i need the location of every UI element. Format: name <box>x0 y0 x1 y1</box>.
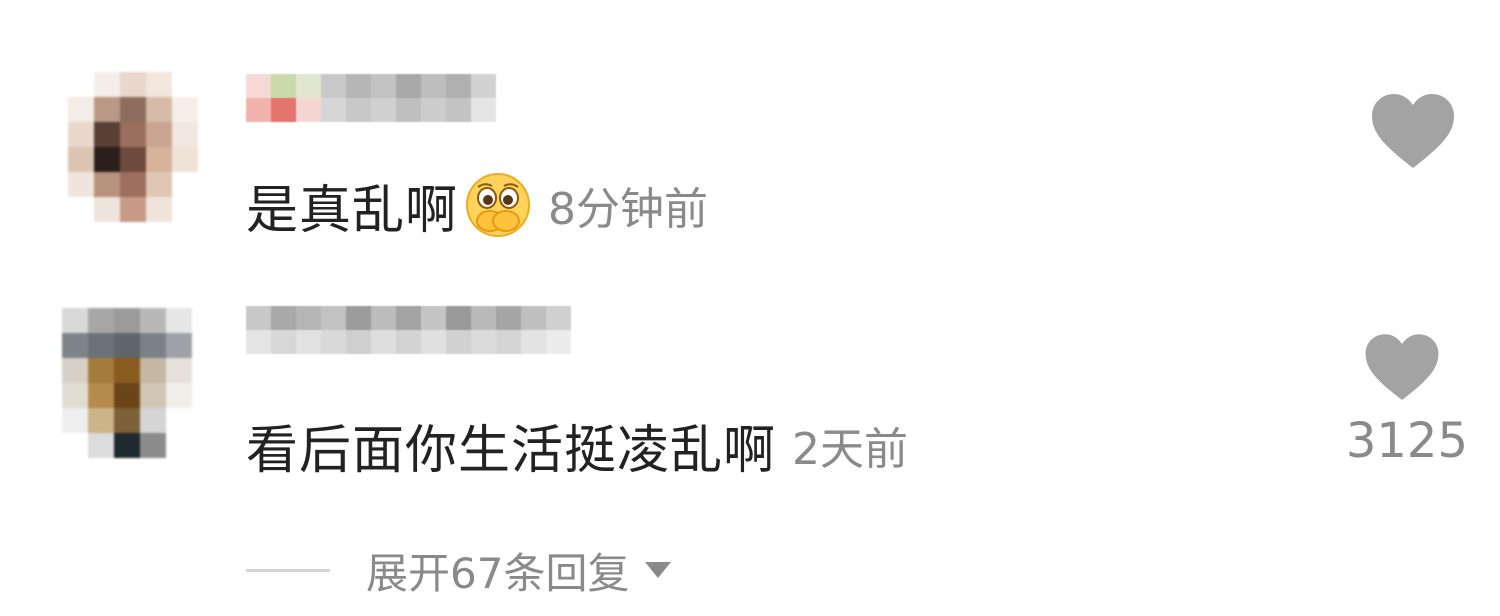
expand-replies-button[interactable]: 展开67条回复 <box>246 540 673 600</box>
comment-item: 看后面你生活挺凌乱啊 2天前 3125 <box>0 280 1500 510</box>
expand-replies-label: 展开67条回复 <box>366 548 630 598</box>
heart-icon <box>1372 94 1454 168</box>
username-redacted[interactable] <box>246 306 571 354</box>
comment-item: 是真乱啊 8分钟前 <box>0 30 1500 260</box>
avatar[interactable] <box>62 308 192 458</box>
like-count: 3125 <box>1345 413 1468 469</box>
like-button[interactable] <box>1368 92 1458 172</box>
username-redacted[interactable] <box>246 74 496 122</box>
comment-body: 是真乱啊 8分钟前 <box>246 170 709 241</box>
comment-body: 看后面你生活挺凌乱啊 2天前 <box>246 410 909 481</box>
caret-down-icon <box>645 562 672 578</box>
comment-time: 8分钟前 <box>548 184 709 235</box>
comment-text: 是真乱啊 <box>246 180 459 241</box>
avatar[interactable] <box>68 72 198 222</box>
like-button[interactable] <box>1362 332 1452 412</box>
heart-icon <box>1365 334 1439 400</box>
comment-text: 看后面你生活挺凌乱啊 <box>246 420 777 481</box>
comment-time: 2天前 <box>792 424 909 475</box>
covering-mouth-pleading-emoji <box>466 173 531 237</box>
divider-line <box>246 568 330 572</box>
